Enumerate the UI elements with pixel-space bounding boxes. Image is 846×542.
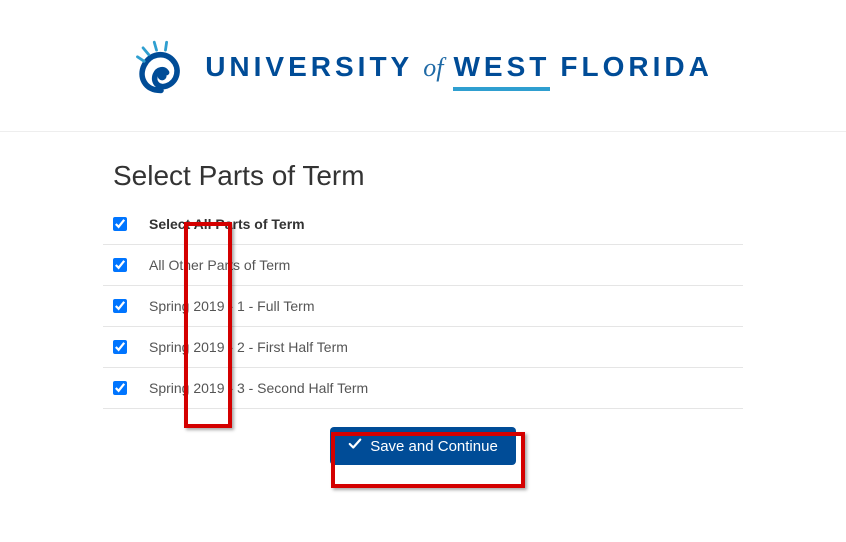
save-button-label: Save and Continue [370,438,498,455]
main-content: Select Parts of Term Select All Parts of… [103,132,743,465]
logo-word-university: UNIVERSITY [205,51,413,83]
list-item: Spring 2019 - 1 - Full Term [103,286,743,327]
term-checkbox[interactable] [113,340,127,354]
parts-of-term-list: Select All Parts of Term All Other Parts… [103,204,743,409]
term-label: All Other Parts of Term [149,257,290,273]
list-item: All Other Parts of Term [103,245,743,286]
shell-icon [133,40,189,101]
list-item: Spring 2019 - 2 - First Half Term [103,327,743,368]
term-label: Spring 2019 - 3 - Second Half Term [149,380,368,396]
site-header: UNIVERSITY of WEST FLORIDA [0,0,846,132]
save-and-continue-button[interactable]: Save and Continue [330,427,516,465]
term-checkbox[interactable] [113,299,127,313]
button-container: Save and Continue [103,409,743,465]
page-title: Select Parts of Term [113,160,743,192]
check-icon [348,437,362,455]
select-all-label: Select All Parts of Term [149,216,305,232]
select-all-checkbox[interactable] [113,217,127,231]
select-all-row: Select All Parts of Term [103,204,743,245]
term-label: Spring 2019 - 2 - First Half Term [149,339,348,355]
term-checkbox[interactable] [113,258,127,272]
term-checkbox[interactable] [113,381,127,395]
university-logo: UNIVERSITY of WEST FLORIDA [133,40,713,101]
logo-word-florida: FLORIDA [560,51,712,83]
logo-word-of: of [423,53,443,83]
list-item: Spring 2019 - 3 - Second Half Term [103,368,743,409]
logo-text: UNIVERSITY of WEST FLORIDA [205,51,713,91]
logo-word-west: WEST [453,51,550,91]
term-label: Spring 2019 - 1 - Full Term [149,298,314,314]
